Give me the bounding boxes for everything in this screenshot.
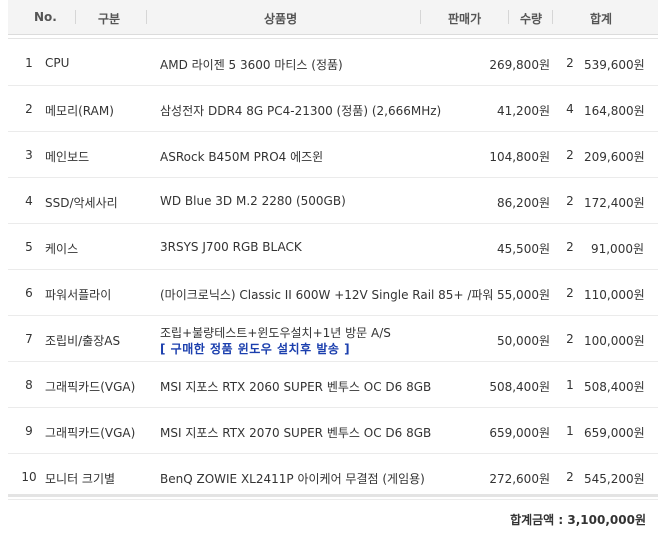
row-product: MSI 지포스 RTX 2060 SUPER 벤투스 OC D6 8GB (160, 380, 432, 394)
table-bottom-border (8, 494, 658, 497)
header-divider (146, 10, 147, 24)
grand-total-value: 3,100,000원 (567, 513, 646, 527)
table-body: 1 CPU AMD 라이젠 5 3600 마티스 (정품) 269,800원 2… (8, 40, 658, 500)
row-number: 10 (21, 470, 37, 484)
header-divider (552, 10, 553, 24)
row-product: BenQ ZOWIE XL2411P 아이케어 무결점 (게임용) (160, 472, 425, 486)
row-qty: 1 (566, 424, 574, 438)
row-price: 55,000원 (496, 288, 550, 302)
header-underline (8, 38, 658, 39)
row-total: 110,000원 (584, 288, 645, 302)
row-product: (마이크로닉스) Classic II 600W +12V Single Rai… (160, 288, 494, 302)
row-category: 메인보드 (45, 150, 90, 164)
row-total: 100,000원 (584, 334, 645, 348)
table-row: 4 SSD/악세사리 WD Blue 3D M.2 2280 (500GB) 8… (8, 178, 658, 224)
table-row: 8 그래픽카드(VGA) MSI 지포스 RTX 2060 SUPER 벤투스 … (8, 362, 658, 408)
header-product: 상품명 (264, 12, 298, 26)
row-number: 2 (25, 102, 33, 116)
row-qty: 2 (566, 148, 574, 162)
row-product: MSI 지포스 RTX 2070 SUPER 벤투스 OC D6 8GB (160, 426, 432, 440)
row-category: 메모리(RAM) (45, 104, 114, 118)
table-row: 9 그래픽카드(VGA) MSI 지포스 RTX 2070 SUPER 벤투스 … (8, 408, 658, 454)
row-number: 8 (25, 378, 33, 392)
table-row: 7 조립비/출장AS 조립+불량테스트+윈도우설치+1년 방문 A/S [ 구매… (8, 316, 658, 362)
header-price: 판매가 (448, 12, 482, 26)
row-product: 3RSYS J700 RGB BLACK (160, 240, 302, 254)
table-row: 5 케이스 3RSYS J700 RGB BLACK 45,500원 2 91,… (8, 224, 658, 270)
row-category: 조립비/출장AS (45, 334, 121, 348)
row-total: 172,400원 (584, 196, 645, 210)
row-qty: 2 (566, 470, 574, 484)
row-category: 그래픽카드(VGA) (45, 426, 136, 440)
row-category: 그래픽카드(VGA) (45, 380, 136, 394)
row-price: 659,000원 (489, 426, 550, 440)
row-price: 41,200원 (496, 104, 550, 118)
row-number: 4 (25, 194, 33, 208)
row-category: 모니터 크기별 (45, 472, 116, 486)
row-category: SSD/악세사리 (45, 196, 118, 210)
row-number: 3 (25, 148, 33, 162)
row-number: 7 (25, 332, 33, 346)
row-category: CPU (45, 56, 70, 70)
row-total: 539,600원 (584, 58, 645, 72)
grand-total: 합계금액 : 3,100,000원 (510, 511, 646, 528)
table-row: 2 메모리(RAM) 삼성전자 DDR4 8G PC4-21300 (정품) (… (8, 86, 658, 132)
row-qty: 2 (566, 332, 574, 346)
row-qty: 2 (566, 240, 574, 254)
row-price: 45,500원 (496, 242, 550, 256)
row-total: 209,600원 (584, 150, 645, 164)
grand-total-label: 합계금액 : (510, 513, 564, 527)
header-divider (508, 10, 509, 24)
row-product: 조립+불량테스트+윈도우설치+1년 방문 A/S (160, 326, 391, 340)
row-product: WD Blue 3D M.2 2280 (500GB) (160, 194, 346, 208)
row-product-note: [ 구매한 정품 윈도우 설치후 발송 ] (160, 342, 351, 356)
row-product: 삼성전자 DDR4 8G PC4-21300 (정품) (2,666MHz) (160, 104, 442, 118)
row-category: 파워서플라이 (45, 288, 112, 302)
row-price: 86,200원 (496, 196, 550, 210)
row-price: 269,800원 (489, 58, 550, 72)
table-header: No. 구분 상품명 판매가 수량 합계 (8, 0, 658, 35)
row-price: 508,400원 (489, 380, 550, 394)
table-row: 1 CPU AMD 라이젠 5 3600 마티스 (정품) 269,800원 2… (8, 40, 658, 86)
row-total: 164,800원 (584, 104, 645, 118)
row-qty: 1 (566, 378, 574, 392)
header-category: 구분 (98, 12, 121, 26)
row-number: 6 (25, 286, 33, 300)
row-total: 545,200원 (584, 472, 645, 486)
header-divider (420, 10, 421, 24)
row-price: 50,000원 (496, 334, 550, 348)
row-number: 5 (25, 240, 33, 254)
header-qty: 수량 (520, 12, 543, 26)
row-price: 272,600원 (489, 472, 550, 486)
row-qty: 2 (566, 56, 574, 70)
table-row: 6 파워서플라이 (마이크로닉스) Classic II 600W +12V S… (8, 270, 658, 316)
row-total: 659,000원 (584, 426, 645, 440)
row-product: AMD 라이젠 5 3600 마티스 (정품) (160, 58, 343, 72)
header-total: 합계 (590, 12, 613, 26)
row-category: 케이스 (45, 242, 79, 256)
row-total: 91,000원 (590, 242, 644, 256)
row-price: 104,800원 (489, 150, 550, 164)
row-number: 9 (25, 424, 33, 438)
row-qty: 2 (566, 194, 574, 208)
row-qty: 4 (566, 102, 574, 116)
table-row: 3 메인보드 ASRock B450M PRO4 에즈윈 104,800원 2 … (8, 132, 658, 178)
order-table: No. 구분 상품명 판매가 수량 합계 1 CPU AMD 라이젠 5 360… (8, 0, 658, 500)
row-qty: 2 (566, 286, 574, 300)
row-number: 1 (25, 56, 33, 70)
header-divider (75, 10, 76, 24)
row-total: 508,400원 (584, 380, 645, 394)
row-product: ASRock B450M PRO4 에즈윈 (160, 150, 324, 164)
header-no: No. (34, 10, 57, 24)
